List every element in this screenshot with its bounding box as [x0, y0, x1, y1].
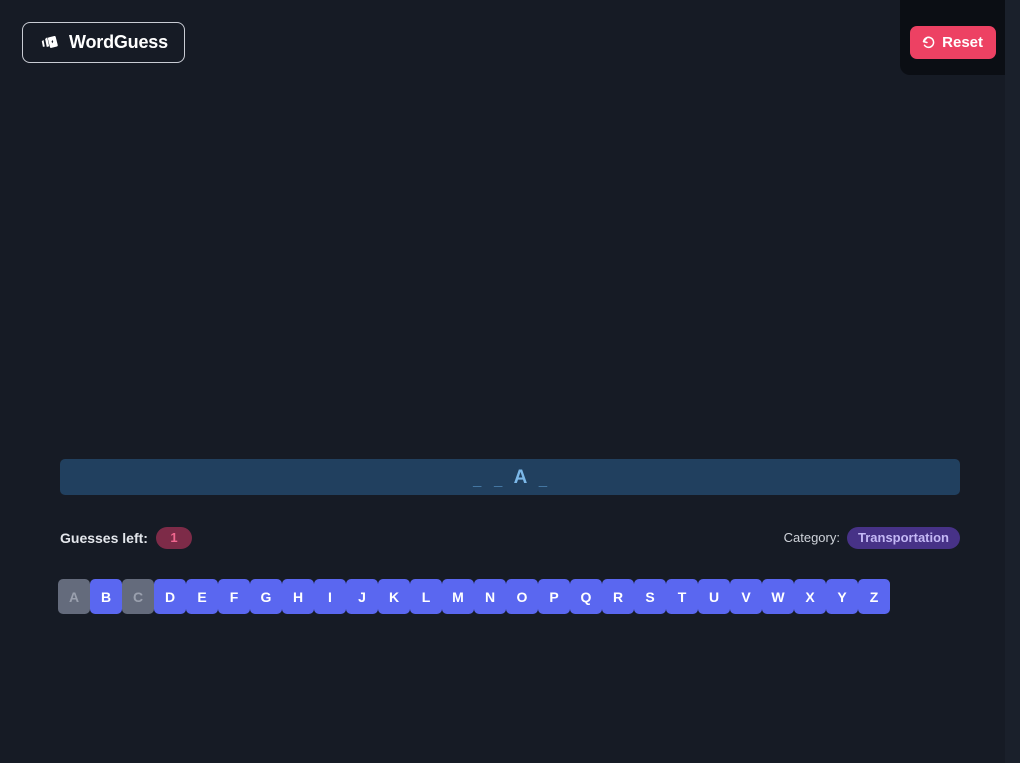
- letter-key-y[interactable]: Y: [826, 579, 858, 614]
- letter-key-g[interactable]: G: [250, 579, 282, 614]
- status-row: Guesses left: 1 Category: Transportation: [60, 526, 960, 549]
- letter-key-r[interactable]: R: [602, 579, 634, 614]
- letter-key-v[interactable]: V: [730, 579, 762, 614]
- word-slot-revealed: A: [514, 468, 528, 487]
- reset-button[interactable]: Reset: [910, 26, 996, 59]
- word-slot-blank: _: [537, 473, 548, 488]
- letter-key-i[interactable]: I: [314, 579, 346, 614]
- letter-key-n[interactable]: N: [474, 579, 506, 614]
- category-badge: Transportation: [847, 527, 960, 549]
- letter-key-d[interactable]: D: [154, 579, 186, 614]
- app-logo-text: WordGuess: [69, 32, 168, 53]
- letter-key-c: C: [122, 579, 154, 614]
- page-right-edge: [1005, 0, 1020, 763]
- letter-key-t[interactable]: T: [666, 579, 698, 614]
- letter-key-e[interactable]: E: [186, 579, 218, 614]
- letter-key-m[interactable]: M: [442, 579, 474, 614]
- rotate-ccw-icon: [921, 35, 936, 50]
- card-stack-icon: [39, 32, 60, 53]
- category-group: Category: Transportation: [784, 526, 960, 549]
- guesses-left-group: Guesses left: 1: [60, 526, 192, 549]
- letter-key-p[interactable]: P: [538, 579, 570, 614]
- letter-key-j[interactable]: J: [346, 579, 378, 614]
- letter-key-b[interactable]: B: [90, 579, 122, 614]
- letter-key-a: A: [58, 579, 90, 614]
- app-root: WordGuess Reset _ _ A _ Guesses left: 1 Cat…: [0, 0, 1005, 763]
- word-slot-blank: _: [493, 473, 504, 488]
- category-label: Category:: [784, 530, 840, 545]
- guesses-left-badge: 1: [156, 527, 192, 549]
- letter-key-x[interactable]: X: [794, 579, 826, 614]
- letter-key-z[interactable]: Z: [858, 579, 890, 614]
- letter-key-u[interactable]: U: [698, 579, 730, 614]
- letter-key-f[interactable]: F: [218, 579, 250, 614]
- letter-key-k[interactable]: K: [378, 579, 410, 614]
- letter-key-h[interactable]: H: [282, 579, 314, 614]
- toolbar-panel: Reset: [900, 0, 1005, 75]
- reset-button-label: Reset: [942, 34, 983, 51]
- letter-key-o[interactable]: O: [506, 579, 538, 614]
- letter-key-l[interactable]: L: [410, 579, 442, 614]
- app-logo-badge[interactable]: WordGuess: [22, 22, 185, 63]
- letter-key-s[interactable]: S: [634, 579, 666, 614]
- letter-key-q[interactable]: Q: [570, 579, 602, 614]
- guesses-left-label: Guesses left:: [60, 530, 148, 546]
- word-display-banner: _ _ A _: [60, 459, 960, 495]
- letter-keyboard: ABCDEFGHIJKLMNOPQRSTUVWXYZ: [58, 579, 968, 614]
- letter-key-w[interactable]: W: [762, 579, 794, 614]
- word-slot-blank: _: [472, 473, 483, 488]
